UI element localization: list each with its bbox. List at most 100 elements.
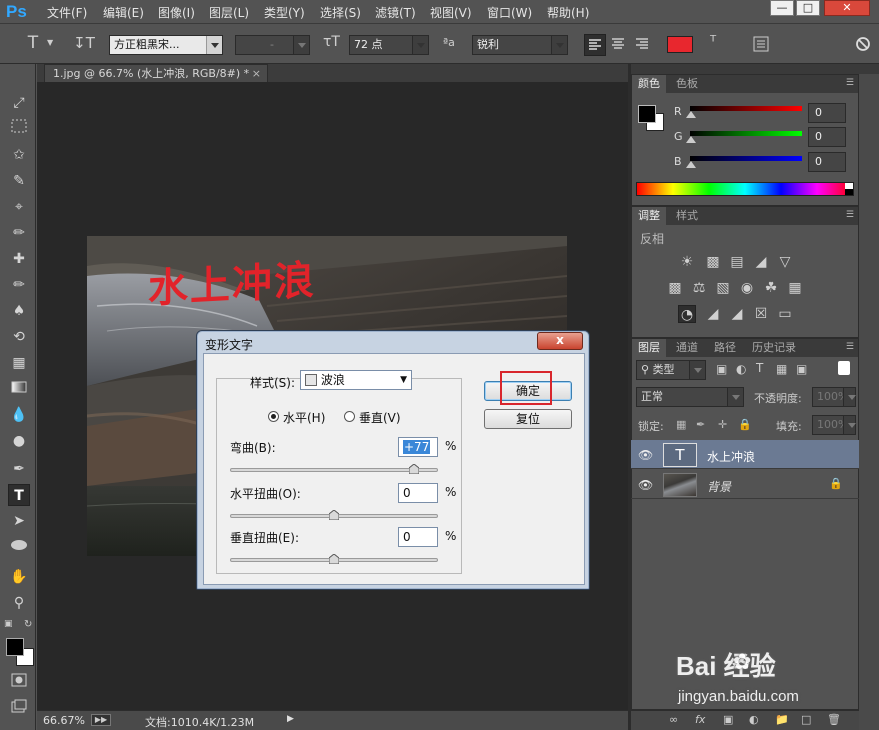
cancel-edit-button[interactable] — [855, 36, 871, 52]
antialias-select[interactable]: 锐利 — [472, 35, 568, 55]
font-family-select[interactable]: 方正粗黑宋... — [109, 35, 223, 55]
channel-g-input[interactable]: 0 — [808, 127, 846, 147]
font-style-select[interactable]: - — [235, 35, 310, 55]
layer-row-text[interactable]: 👁 T 水上冲浪 — [631, 440, 859, 469]
filter-smart-icon[interactable]: ▣ — [796, 362, 807, 376]
link-layers-icon[interactable]: ∞ — [669, 713, 678, 726]
bend-slider-track[interactable] — [230, 468, 438, 472]
threshold-icon[interactable]: ◢ — [728, 305, 746, 323]
hand-tool-icon[interactable]: ✋ — [8, 566, 30, 588]
ellipse-tool-icon[interactable] — [8, 536, 30, 558]
vertical-distort-thumb[interactable] — [328, 553, 340, 567]
horizontal-radio[interactable] — [268, 411, 279, 422]
delete-layer-icon[interactable]: 🗑 — [827, 713, 841, 726]
invert-icon[interactable]: ◔ — [678, 305, 696, 323]
menu-file[interactable]: 文件(F) — [47, 4, 87, 21]
healing-brush-tool-icon[interactable]: ✚ — [8, 248, 30, 270]
menu-edit[interactable]: 编辑(E) — [103, 4, 144, 21]
status-preview-icon[interactable]: ▶▶ — [91, 714, 111, 726]
minimize-icon[interactable]: — — [770, 0, 794, 16]
filter-toggle[interactable] — [838, 361, 850, 375]
fill-input[interactable]: 100% — [812, 415, 856, 435]
tab-layers[interactable]: 图层 — [632, 339, 666, 357]
tab-adjustments[interactable]: 调整 — [632, 207, 666, 225]
canvas-text-layer[interactable]: 水上冲浪 — [148, 248, 316, 315]
channel-b-thumb[interactable] — [686, 161, 696, 168]
gradient-tool-icon[interactable] — [8, 378, 30, 400]
quick-mask-icon[interactable] — [8, 672, 30, 694]
dialog-close-button[interactable]: x — [537, 332, 583, 350]
history-brush-tool-icon[interactable]: ⟲ — [8, 326, 30, 348]
menu-window[interactable]: 窗口(W) — [487, 4, 532, 21]
warp-text-icon[interactable]: ᵀ — [710, 32, 716, 51]
channel-b-input[interactable]: 0 — [808, 152, 846, 172]
move-tool-icon[interactable]: ⤢ — [8, 92, 30, 114]
quick-select-tool-icon[interactable]: ✎ — [8, 170, 30, 192]
vibrance-icon[interactable]: ▽ — [776, 253, 794, 271]
selective-color-icon[interactable]: ☒ — [752, 305, 770, 323]
align-left-button[interactable] — [584, 34, 606, 56]
marquee-tool-icon[interactable] — [8, 118, 30, 140]
layer-row-background[interactable]: 👁 背景 🔒 — [631, 470, 859, 499]
color-balance-icon[interactable]: ⚖ — [690, 279, 708, 297]
curves-icon[interactable]: ▤ — [728, 253, 746, 271]
color-spectrum-ramp[interactable] — [636, 182, 854, 196]
filter-shape-icon[interactable]: ▦ — [776, 362, 787, 376]
add-mask-icon[interactable]: ▣ — [723, 713, 733, 726]
status-menu-arrow-icon[interactable]: ▶ — [287, 714, 294, 724]
black-white-icon[interactable]: ▧ — [714, 279, 732, 297]
toggle-orientation-icon[interactable]: ↧T — [73, 32, 95, 54]
bend-slider-thumb[interactable] — [408, 463, 420, 477]
align-right-button[interactable] — [632, 34, 654, 56]
style-select[interactable]: 波浪 ▼ — [300, 370, 412, 390]
tab-color[interactable]: 颜色 — [632, 75, 666, 93]
screen-mode-icon[interactable] — [8, 698, 30, 720]
blur-tool-icon[interactable]: 💧 — [8, 404, 30, 426]
path-select-tool-icon[interactable]: ➤ — [8, 510, 30, 532]
preset-chevron-down-icon[interactable]: ▼ — [47, 38, 53, 47]
brush-tool-icon[interactable]: ✏ — [8, 274, 30, 296]
maximize-icon[interactable]: □ — [796, 0, 820, 16]
visibility-eye-icon[interactable]: 👁 — [638, 448, 653, 462]
menu-view[interactable]: 视图(V) — [430, 4, 472, 21]
lock-position-icon[interactable]: ✛ — [718, 418, 727, 431]
levels-icon[interactable]: ▩ — [704, 253, 722, 271]
menu-help[interactable]: 帮助(H) — [547, 4, 589, 21]
channel-r-slider[interactable] — [690, 106, 802, 111]
vertical-distort-input[interactable]: 0 — [398, 527, 438, 547]
channel-b-slider[interactable] — [690, 156, 802, 161]
hue-saturation-icon[interactable]: ▩ — [666, 279, 684, 297]
crop-tool-icon[interactable]: ⌖ — [8, 196, 30, 218]
layer-name[interactable]: 背景 — [707, 478, 731, 495]
horizontal-distort-input[interactable]: 0 — [398, 483, 438, 503]
clone-stamp-tool-icon[interactable]: ♠ — [8, 300, 30, 322]
lock-all-icon[interactable]: 🔒 — [738, 418, 752, 431]
filter-pixel-icon[interactable]: ▣ — [716, 362, 727, 376]
tab-swatches[interactable]: 色板 — [670, 75, 704, 93]
filter-type-icon[interactable]: T — [756, 361, 763, 375]
channel-mixer-icon[interactable]: ☘ — [762, 279, 780, 297]
zoom-tool-icon[interactable]: ⚲ — [8, 592, 30, 614]
vertical-radio[interactable] — [344, 411, 355, 422]
lasso-tool-icon[interactable]: ✩ — [8, 144, 30, 166]
character-panel-button[interactable] — [752, 35, 770, 53]
channel-r-thumb[interactable] — [686, 111, 696, 118]
channel-g-thumb[interactable] — [686, 136, 696, 143]
tab-paths[interactable]: 路径 — [708, 339, 742, 357]
posterize-icon[interactable]: ◢ — [704, 305, 722, 323]
close-tab-icon[interactable]: × — [252, 65, 261, 83]
dodge-tool-icon[interactable]: ● — [8, 430, 30, 452]
fx-icon[interactable]: fx — [695, 713, 705, 726]
zoom-level[interactable]: 66.67% — [43, 714, 85, 727]
menu-image[interactable]: 图像(I) — [158, 4, 195, 21]
panel-menu-icon[interactable]: ☰ — [846, 78, 854, 88]
layer-filter-select[interactable]: ⚲ 类型 — [636, 360, 706, 380]
tab-history[interactable]: 历史记录 — [746, 339, 802, 357]
exposure-icon[interactable]: ◢ — [752, 253, 770, 271]
brightness-icon[interactable]: ☀ — [678, 253, 696, 271]
panel-menu-icon[interactable]: ☰ — [846, 342, 854, 352]
blend-mode-select[interactable]: 正常 — [636, 387, 744, 407]
new-adjustment-icon[interactable]: ◐ — [749, 713, 759, 726]
visibility-eye-icon[interactable]: 👁 — [638, 478, 653, 492]
lock-transparent-icon[interactable]: ▦ — [676, 418, 686, 431]
